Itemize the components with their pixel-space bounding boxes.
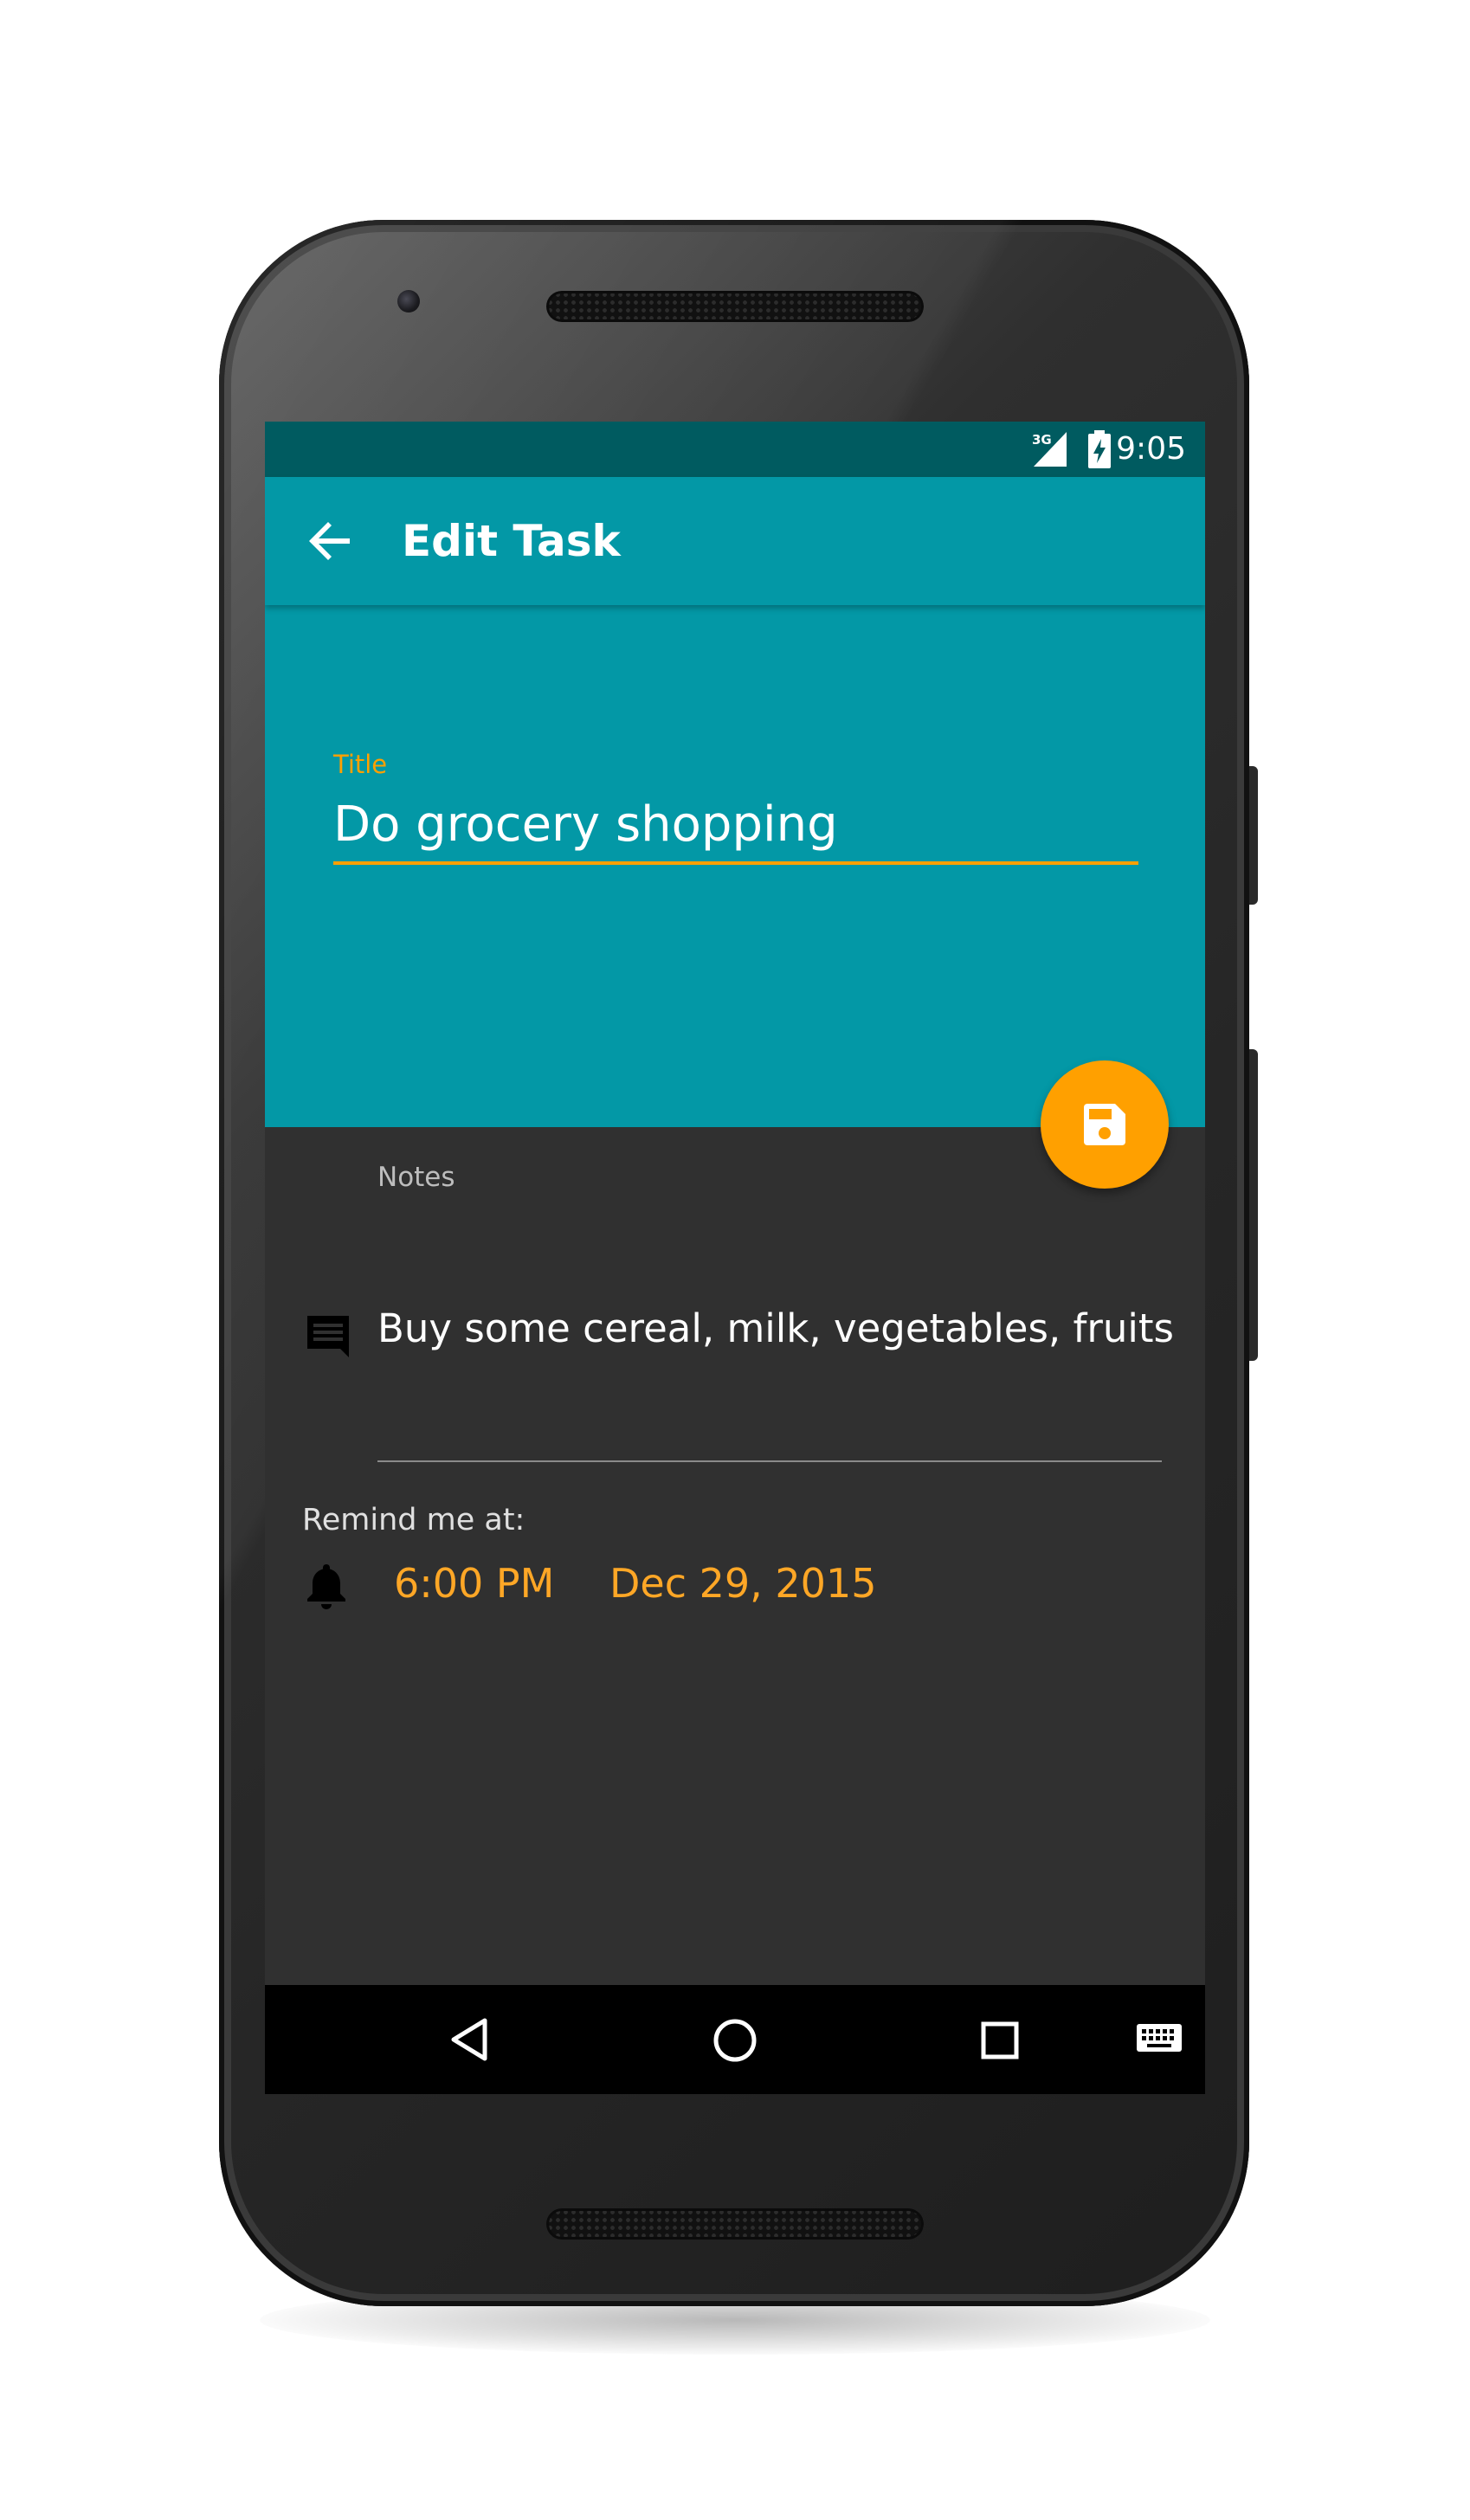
remind-time-picker[interactable]: 6:00 PM	[394, 1557, 554, 1609]
status-bar: 3G 9:05	[265, 422, 1205, 477]
title-field-label: Title	[333, 750, 388, 779]
title-input[interactable]: Do grocery shopping	[333, 794, 1138, 856]
back-triangle-icon[interactable]	[448, 2015, 490, 2067]
comment-icon	[302, 1311, 354, 1366]
notes-field-label: Notes	[377, 1162, 455, 1193]
app-bar: Edit Task	[265, 477, 1205, 605]
network-type-label: 3G	[1032, 432, 1052, 448]
bottom-speaker	[546, 2208, 924, 2240]
battery-charging-icon	[1086, 430, 1112, 472]
title-input-underline	[333, 861, 1138, 865]
home-circle-icon[interactable]	[711, 2016, 759, 2068]
navigation-bar	[265, 1985, 1205, 2094]
remind-date-picker[interactable]: Dec 29, 2015	[609, 1557, 876, 1609]
save-button[interactable]	[1041, 1060, 1169, 1189]
notes-input[interactable]: Buy some cereal, milk, vegetables, fruit…	[377, 1303, 1174, 1355]
signal-3g-icon: 3G	[1030, 430, 1068, 472]
save-icon	[1084, 1104, 1125, 1145]
notes-input-underline	[377, 1460, 1162, 1462]
screen: 3G 9:05 Edit Task Title Do grocery shopp…	[265, 422, 1205, 2094]
bell-icon	[305, 1561, 348, 1613]
top-speaker	[546, 291, 924, 322]
arrow-back-icon	[309, 522, 350, 560]
keyboard-icon[interactable]	[1135, 2021, 1183, 2059]
page-title: Edit Task	[402, 516, 621, 566]
title-section: Title Do grocery shopping	[265, 605, 1205, 1127]
recents-square-icon[interactable]	[978, 2019, 1022, 2066]
volume-button	[1249, 1049, 1258, 1361]
remind-label: Remind me at:	[302, 1503, 525, 1537]
front-camera	[397, 290, 420, 313]
status-time: 9:05	[1116, 431, 1186, 467]
power-button	[1249, 766, 1258, 905]
back-button[interactable]	[300, 510, 362, 572]
